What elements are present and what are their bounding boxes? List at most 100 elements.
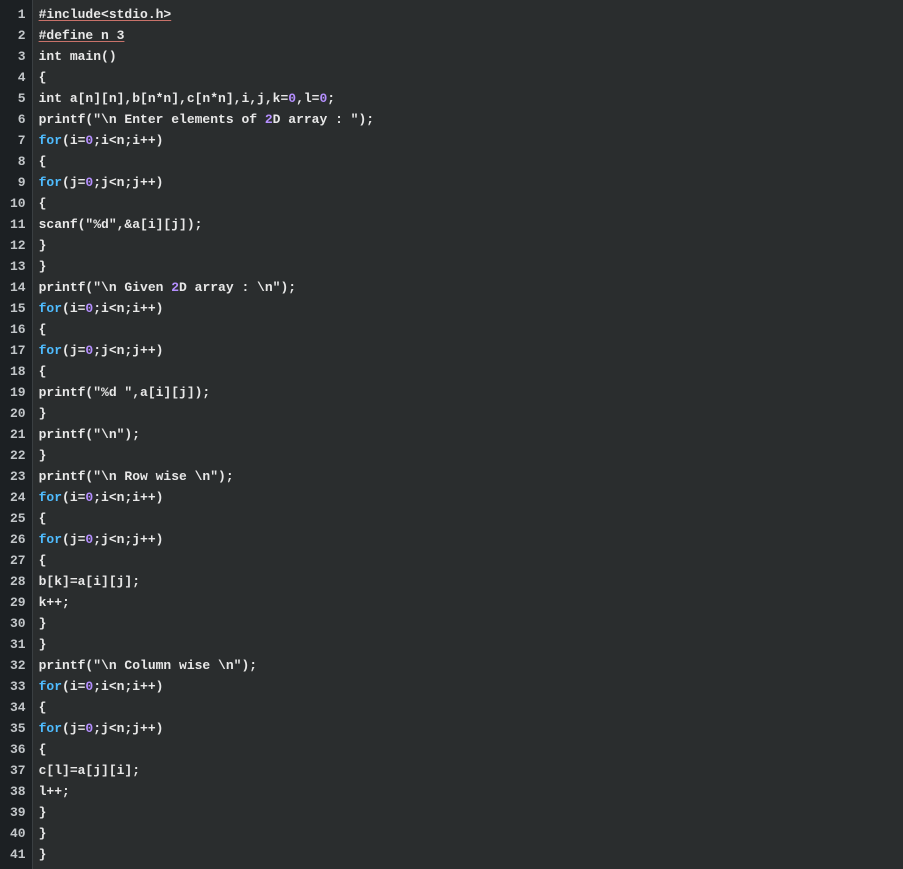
line-number: 1 [10,4,26,25]
code-token: } [39,238,47,253]
code-line[interactable]: int a[n][n],b[n*n],c[n*n],i,j,k=0,l=0; [39,88,903,109]
code-token: printf("\n Enter elements of [39,112,265,127]
code-line[interactable]: b[k]=a[i][j]; [39,571,903,592]
code-token: } [39,847,47,862]
code-line[interactable]: scanf("%d",&a[i][j]); [39,214,903,235]
code-token: ;j<n;j++) [93,175,163,190]
code-token: for [39,721,62,736]
code-line[interactable]: for(i=0;i<n;i++) [39,487,903,508]
line-number: 13 [10,256,26,277]
code-token: for [39,343,62,358]
code-token: } [39,826,47,841]
code-line[interactable]: #include<stdio.h> [39,4,903,25]
code-token: printf("%d ",a[i][j]); [39,385,211,400]
code-token: for [39,301,62,316]
line-number: 4 [10,67,26,88]
code-line[interactable]: for(i=0;i<n;i++) [39,298,903,319]
code-line[interactable]: for(j=0;j<n;j++) [39,172,903,193]
code-line[interactable]: printf("%d ",a[i][j]); [39,382,903,403]
line-number: 26 [10,529,26,550]
code-line[interactable]: { [39,739,903,760]
code-token: printf("\n"); [39,427,140,442]
code-line[interactable]: printf("\n Row wise \n"); [39,466,903,487]
code-line[interactable]: } [39,403,903,424]
code-line[interactable]: } [39,613,903,634]
code-token: printf("\n Given [39,280,172,295]
code-token: ;j<n;j++) [93,343,163,358]
line-number: 16 [10,319,26,340]
code-token: l++; [39,784,70,799]
line-number: 22 [10,445,26,466]
code-line[interactable]: { [39,67,903,88]
code-token: { [39,511,47,526]
code-editor[interactable]: 1234567891011121314151617181920212223242… [0,0,903,869]
code-line[interactable]: printf("\n Given 2D array : \n"); [39,277,903,298]
code-line[interactable]: printf("\n"); [39,424,903,445]
code-line[interactable]: } [39,823,903,844]
line-number: 29 [10,592,26,613]
line-number: 6 [10,109,26,130]
code-token: { [39,70,47,85]
line-number: 41 [10,844,26,865]
code-token: { [39,364,47,379]
code-line[interactable]: for(j=0;j<n;j++) [39,340,903,361]
line-number: 8 [10,151,26,172]
code-token: #include<stdio.h> [39,7,172,22]
code-line[interactable]: c[l]=a[j][i]; [39,760,903,781]
code-line[interactable]: { [39,550,903,571]
code-token: (j= [62,343,85,358]
code-line[interactable]: int main() [39,46,903,67]
code-line[interactable]: } [39,844,903,865]
line-number-gutter: 1234567891011121314151617181920212223242… [0,0,33,869]
code-line[interactable]: for(i=0;i<n;i++) [39,130,903,151]
line-number: 39 [10,802,26,823]
code-token: { [39,196,47,211]
line-number: 21 [10,424,26,445]
code-token: ;i<n;i++) [93,679,163,694]
code-token: for [39,679,62,694]
line-number: 15 [10,298,26,319]
code-line[interactable]: } [39,256,903,277]
code-token: { [39,154,47,169]
line-number: 31 [10,634,26,655]
code-line[interactable]: { [39,508,903,529]
line-number: 5 [10,88,26,109]
code-line[interactable]: for(j=0;j<n;j++) [39,529,903,550]
code-token: } [39,259,47,274]
code-token: { [39,553,47,568]
code-line[interactable]: } [39,634,903,655]
code-line[interactable]: #define n 3 [39,25,903,46]
line-number: 11 [10,214,26,235]
code-line[interactable]: } [39,802,903,823]
line-number: 32 [10,655,26,676]
code-line[interactable]: { [39,193,903,214]
code-line[interactable]: l++; [39,781,903,802]
code-line[interactable]: { [39,151,903,172]
code-token: ,l= [296,91,319,106]
code-token: printf("\n Column wise \n"); [39,658,257,673]
code-line[interactable]: k++; [39,592,903,613]
code-token: { [39,742,47,757]
code-area[interactable]: #include<stdio.h> #define n 3int main() { i… [33,0,903,869]
code-token: c[l]=a[j][i]; [39,763,140,778]
code-line[interactable]: printf("\n Column wise \n"); [39,655,903,676]
code-line[interactable]: } [39,235,903,256]
code-token: 0 [288,91,296,106]
line-number: 27 [10,550,26,571]
code-token: ;j<n;j++) [93,721,163,736]
code-line[interactable]: for(j=0;j<n;j++) [39,718,903,739]
code-line[interactable]: for(i=0;i<n;i++) [39,676,903,697]
code-token: D array : \n"); [179,280,296,295]
line-number: 24 [10,487,26,508]
code-line[interactable]: { [39,697,903,718]
code-token: } [39,637,47,652]
line-number: 37 [10,760,26,781]
code-line[interactable]: { [39,361,903,382]
code-token: for [39,532,62,547]
code-line[interactable]: { [39,319,903,340]
code-token: ;j<n;j++) [93,532,163,547]
code-token: { [39,700,47,715]
code-line[interactable]: } [39,445,903,466]
line-number: 35 [10,718,26,739]
code-line[interactable]: printf("\n Enter elements of 2D array : … [39,109,903,130]
